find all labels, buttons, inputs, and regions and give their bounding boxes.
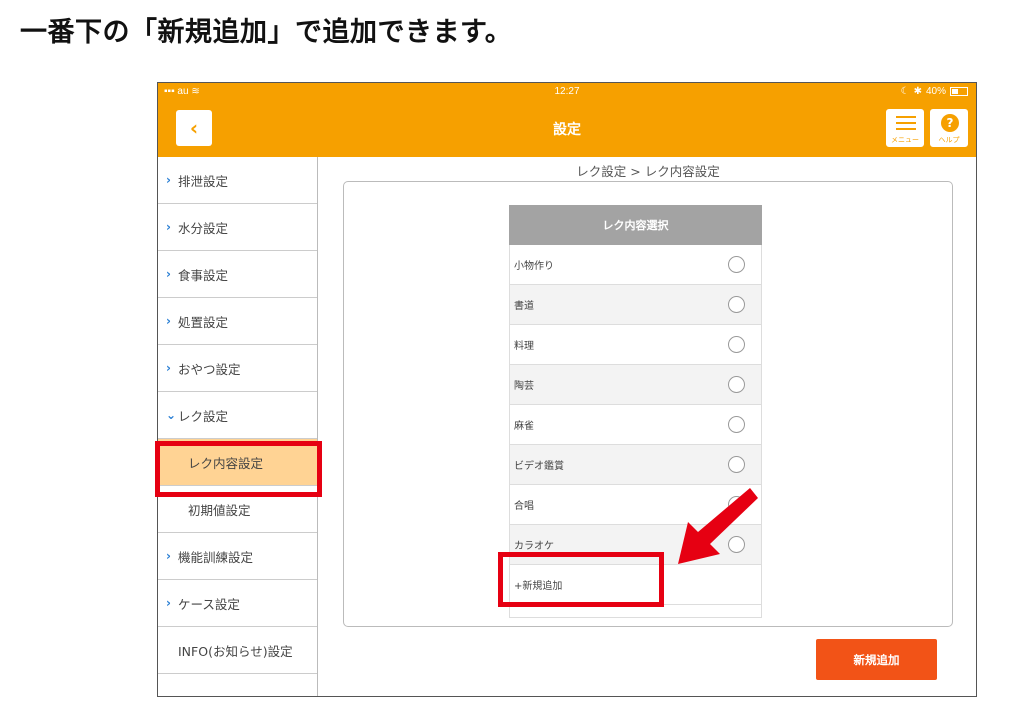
list-item[interactable]: 小物作り xyxy=(509,245,762,285)
sidebar-item-water[interactable]: › 水分設定 xyxy=(158,204,317,251)
sidebar-item-excretion[interactable]: › 排泄設定 xyxy=(158,157,317,204)
radio-button[interactable] xyxy=(728,256,745,273)
chevron-right-icon: › xyxy=(166,173,171,187)
nav-title: 設定 xyxy=(553,122,581,138)
settings-sidebar: › 排泄設定 › 水分設定 › 食事設定 › 処置設定 › おやつ設定 ⌄ レク設定 レク内… xyxy=(158,157,318,696)
list-item[interactable]: 陶芸 xyxy=(509,365,762,405)
add-new-button[interactable]: 新規追加 xyxy=(816,639,937,680)
sidebar-item-case[interactable]: › ケース設定 xyxy=(158,580,317,627)
highlight-add-row-box xyxy=(498,552,664,607)
chevron-right-icon: › xyxy=(166,314,171,328)
help-button-label: ヘルプ xyxy=(938,136,960,144)
sidebar-item-snack[interactable]: › おやつ設定 xyxy=(158,345,317,392)
arrow-indicator-icon xyxy=(678,488,758,564)
chevron-right-icon: › xyxy=(166,549,171,563)
list-item[interactable]: 書道 xyxy=(509,285,762,325)
list-item[interactable]: 麻雀 xyxy=(509,405,762,445)
chevron-down-icon: ⌄ xyxy=(166,408,177,422)
status-bar: ▪▪▪ au ≋ 12:27 ☾ ✱ 40% xyxy=(158,83,976,101)
moon-icon: ☾ xyxy=(900,86,910,97)
page-caption: 一番下の「新規追加」で追加できます。 xyxy=(20,17,513,48)
breadcrumb: レク設定 > レク内容設定 xyxy=(576,164,720,179)
menu-button-label: メニュー xyxy=(891,136,919,144)
chevron-right-icon: › xyxy=(166,220,171,234)
sidebar-item-meal[interactable]: › 食事設定 xyxy=(158,251,317,298)
sidebar-item-recreation[interactable]: ⌄ レク設定 xyxy=(158,392,317,439)
help-icon: ? xyxy=(941,114,959,132)
chevron-right-icon: › xyxy=(166,267,171,281)
content-area: レク設定 > レク内容設定 レク内容選択 小物作り 書道 料理 陶芸 麻雀 ビデ… xyxy=(318,157,976,696)
status-time: 12:27 xyxy=(554,86,580,97)
help-button[interactable]: ? ヘルプ xyxy=(930,109,968,147)
radio-button[interactable] xyxy=(728,416,745,433)
battery-icon xyxy=(950,87,968,96)
sidebar-item-function-training[interactable]: › 機能訓練設定 xyxy=(158,533,317,580)
radio-button[interactable] xyxy=(728,376,745,393)
highlight-sidebar-box xyxy=(155,441,322,497)
chevron-right-icon: › xyxy=(166,361,171,375)
list-header: レク内容選択 xyxy=(509,205,762,245)
sidebar-item-info[interactable]: INFO(お知らせ)設定 xyxy=(158,627,317,674)
radio-button[interactable] xyxy=(728,296,745,313)
chevron-right-icon: › xyxy=(166,596,171,610)
list-item[interactable]: 料理 xyxy=(509,325,762,365)
bluetooth-icon: ✱ xyxy=(913,86,922,97)
radio-button[interactable] xyxy=(728,456,745,473)
sidebar-item-treatment[interactable]: › 処置設定 xyxy=(158,298,317,345)
menu-button[interactable]: メニュー xyxy=(886,109,924,147)
nav-bar: ‹ 設定 メニュー ? ヘルプ xyxy=(158,101,976,157)
battery-percent: 40% xyxy=(925,86,946,97)
hamburger-icon xyxy=(896,116,916,134)
radio-button[interactable] xyxy=(728,336,745,353)
